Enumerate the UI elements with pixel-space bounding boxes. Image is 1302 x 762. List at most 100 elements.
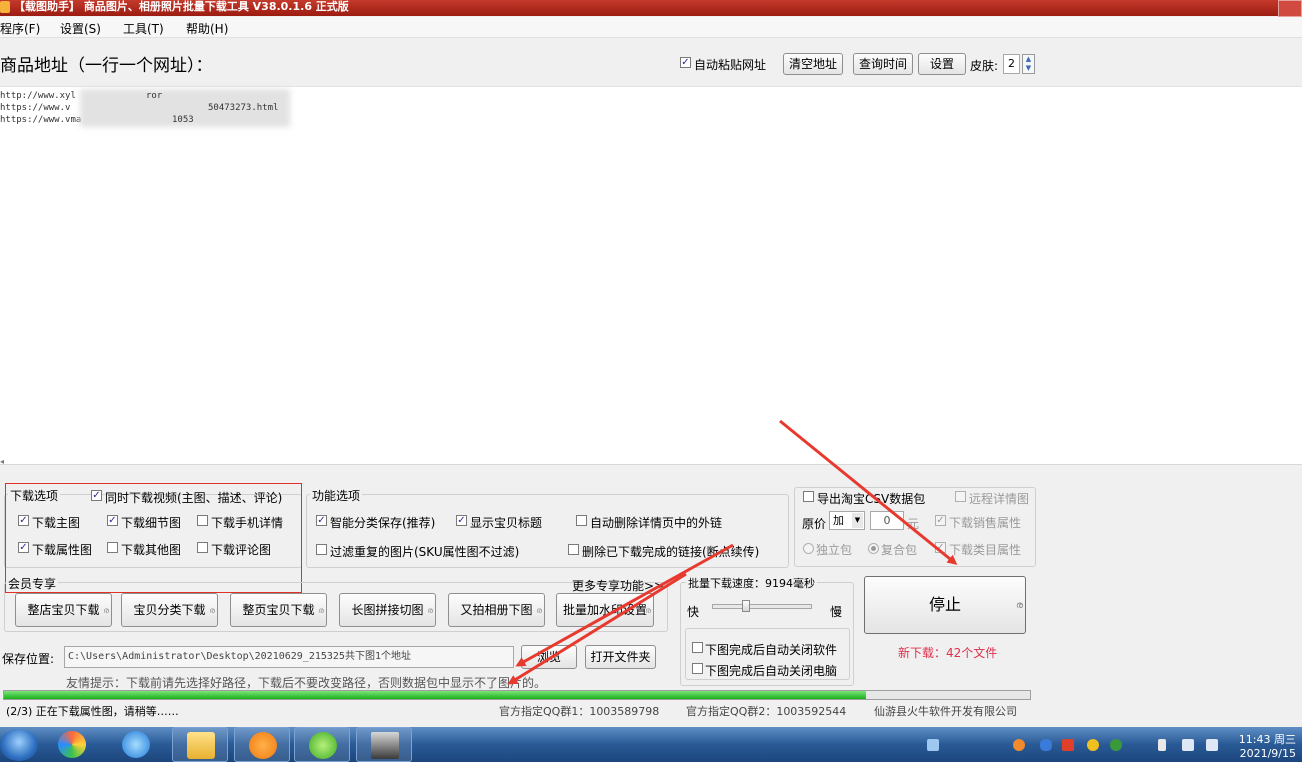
speed-slider-track[interactable] <box>712 604 812 609</box>
qq-group-1: 官方指定QQ群1：1003589798 <box>499 705 660 718</box>
browse-button[interactable]: 浏览 <box>521 645 577 669</box>
auto-shutdown-checkbox[interactable] <box>692 663 703 674</box>
url-fragment-2: 50473273.html <box>208 103 279 113</box>
scroll-left-icon[interactable]: ◂ <box>0 457 4 466</box>
price-unit-label: 元 <box>907 517 920 531</box>
save-location-label: 保存位置: <box>2 652 55 666</box>
volume-icon[interactable] <box>1182 739 1194 751</box>
tray-app-icon[interactable] <box>1062 739 1074 751</box>
taskbar-app-explorer[interactable] <box>172 727 228 762</box>
function-options-title: 功能选项 <box>310 487 363 504</box>
chevron-down-icon: ▼ <box>852 513 863 528</box>
standalone-label: 独立包 <box>816 543 853 557</box>
price-label: 原价 <box>802 517 827 531</box>
window-close-button[interactable] <box>1278 0 1302 17</box>
show-title-checkbox[interactable]: ✓ <box>456 515 467 526</box>
price-operator-select[interactable]: 加 ▼ <box>829 511 865 530</box>
composite-label: 复合包 <box>881 543 918 557</box>
delete-finished-links-checkbox[interactable] <box>568 544 579 555</box>
url-fragment-1: ror <box>146 91 163 101</box>
app-icon <box>0 1 10 13</box>
taskbar-app-ie[interactable] <box>108 727 164 762</box>
menu-program[interactable]: 程序(F) <box>0 20 40 37</box>
show-title-label: 显示宝贝标题 <box>470 516 543 530</box>
swirl-decoration-icon: ര <box>318 606 324 615</box>
status-message: (2/3) 正在下载属性图，请稍等…… <box>6 705 179 718</box>
more-features-link[interactable]: 更多专享功能>> <box>572 577 664 594</box>
stop-button[interactable]: 停止 ര <box>864 576 1026 634</box>
speed-label: 批量下载速度：9194毫秒 <box>686 575 817 591</box>
clock-date[interactable]: 2021/9/15 <box>1240 747 1296 760</box>
category-attr-checkbox[interactable]: ✓ <box>935 542 946 553</box>
swirl-decoration-icon: ര <box>645 606 651 615</box>
taskbar-app-green[interactable] <box>294 727 350 762</box>
youpai-album-label: 又拍相册下图 <box>460 603 533 617</box>
filter-duplicates-checkbox[interactable] <box>316 544 327 555</box>
skin-spinner[interactable]: ▲ ▼ <box>1022 54 1035 74</box>
long-image-stitch-button[interactable]: 长图拼接切图 ര <box>339 593 436 627</box>
tray-shield-icon[interactable] <box>1087 739 1099 751</box>
taskbar-app-downloader[interactable] <box>234 727 290 762</box>
sales-attr-label: 下载销售属性 <box>949 516 1022 530</box>
auto-close-app-label: 下图完成后自动关闭软件 <box>705 643 838 657</box>
long-image-stitch-label: 长图拼接切图 <box>351 603 424 617</box>
battery-icon[interactable] <box>1158 739 1166 751</box>
auto-close-app-checkbox[interactable] <box>692 642 703 653</box>
smart-category-checkbox[interactable]: ✓ <box>316 515 327 526</box>
taskbar-app-photo[interactable] <box>356 727 412 762</box>
clock-time[interactable]: 11:43 周三 <box>1239 731 1296 747</box>
download-progress-bar <box>3 690 1031 700</box>
standalone-radio[interactable] <box>803 543 814 554</box>
swirl-decoration-icon: ര <box>103 606 109 615</box>
clear-urls-button[interactable]: 清空地址 <box>783 53 843 75</box>
show-desktop-icon[interactable] <box>927 739 939 751</box>
youpai-album-button[interactable]: 又拍相册下图 ര <box>448 593 545 627</box>
batch-watermark-button[interactable]: 批量加水印设置 ര <box>556 593 654 627</box>
bluetooth-icon[interactable] <box>1040 739 1052 751</box>
member-title: 会员专享 <box>6 575 59 592</box>
menu-tools[interactable]: 工具(T) <box>123 20 164 37</box>
network-icon[interactable] <box>1206 739 1218 751</box>
export-csv-checkbox[interactable] <box>803 491 814 502</box>
swirl-decoration-icon: ര <box>427 606 433 615</box>
ie-icon <box>122 731 150 758</box>
speed-slider-thumb[interactable] <box>742 600 751 612</box>
auto-paste-label: 自动粘贴网址 <box>694 58 767 72</box>
menu-bar: 程序(F) 设置(S) 工具(T) 帮助(H) <box>0 17 1302 38</box>
auto-paste-checkbox[interactable]: ✓ <box>680 57 691 68</box>
filter-duplicates-label: 过滤重复的图片(SKU属性图不过滤) <box>330 545 520 559</box>
open-folder-button[interactable]: 打开文件夹 <box>585 645 656 669</box>
refresh-icon <box>309 732 337 759</box>
tray-download-icon[interactable] <box>1013 739 1025 751</box>
query-time-button[interactable]: 查询时间 <box>853 53 913 75</box>
composite-radio[interactable] <box>868 543 879 554</box>
download-progress-fill <box>4 691 866 699</box>
url-textarea[interactable]: http://www.xyl https://www.v https://www… <box>0 86 1302 466</box>
remove-external-links-checkbox[interactable] <box>576 515 587 526</box>
qq-group-2: 官方指定QQ群2：1003592544 <box>686 705 847 718</box>
menu-help[interactable]: 帮助(H) <box>186 20 228 37</box>
category-download-button[interactable]: 宝贝分类下载 ര <box>121 593 218 627</box>
batch-watermark-label: 批量加水印设置 <box>562 603 647 617</box>
start-button[interactable] <box>0 729 38 761</box>
menu-settings[interactable]: 设置(S) <box>60 20 101 37</box>
page-download-label: 整页宝贝下载 <box>242 603 315 617</box>
sales-attr-checkbox[interactable]: ✓ <box>935 515 946 526</box>
url-line-1: http://www.xyl <box>0 91 76 101</box>
save-path-field[interactable]: C:\Users\Administrator\Desktop\20210629_… <box>64 646 514 668</box>
price-value-field[interactable]: 0 <box>870 511 904 530</box>
qq-icon[interactable] <box>1110 739 1122 751</box>
remote-detail-checkbox[interactable] <box>955 491 966 502</box>
speed-slow-label: 慢 <box>830 605 843 619</box>
taskbar-app-butterfly[interactable] <box>44 727 100 762</box>
whole-shop-download-button[interactable]: 整店宝贝下载 ര <box>15 593 112 627</box>
skin-label: 皮肤: <box>970 59 999 73</box>
skin-value-field[interactable]: 2 <box>1003 54 1020 74</box>
swirl-decoration-icon: ര <box>1015 600 1023 611</box>
stop-label: 停止 <box>928 595 961 614</box>
page-download-button[interactable]: 整页宝贝下载 ര <box>230 593 327 627</box>
title-bar: 【载图助手】 商品图片、相册照片批量下载工具 V38.0.1.6 正式版 <box>0 0 1302 17</box>
settings-button[interactable]: 设置 <box>918 53 966 75</box>
smart-category-label: 智能分类保存(推荐) <box>330 516 436 530</box>
category-download-label: 宝贝分类下载 <box>133 603 206 617</box>
